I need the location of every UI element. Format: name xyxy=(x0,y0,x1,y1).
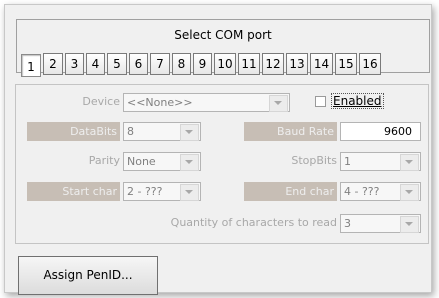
quantity-select-value: 3 xyxy=(344,217,351,230)
device-select-value: <<None>> xyxy=(127,96,193,109)
port-button-11[interactable]: 11 xyxy=(238,53,260,75)
baud-rate-input[interactable]: 9600 xyxy=(340,122,421,141)
parity-label: Parity xyxy=(88,154,120,167)
chevron-down-icon xyxy=(180,154,199,171)
start-char-label: Start char xyxy=(27,182,120,201)
port-button-13[interactable]: 13 xyxy=(286,53,308,75)
port-button-5[interactable]: 5 xyxy=(107,53,127,75)
end-char-select-value: 4 - ??? xyxy=(344,185,380,198)
chevron-down-icon xyxy=(400,184,419,201)
port-button-4[interactable]: 4 xyxy=(86,53,105,75)
chevron-down-icon xyxy=(180,184,199,201)
assign-penid-button[interactable]: Assign PenID... xyxy=(18,256,158,295)
com-port-title: Select COM port xyxy=(174,28,272,42)
databits-select-value: 8 xyxy=(127,125,134,138)
start-char-select[interactable]: 2 - ??? xyxy=(123,182,201,201)
port-button-16[interactable]: 16 xyxy=(359,53,381,75)
end-char-select[interactable]: 4 - ??? xyxy=(340,182,421,201)
chevron-down-icon xyxy=(269,95,288,112)
com-port-group: Select COM port 1 2 3 4 5 6 7 8 9 10 11 … xyxy=(16,19,430,77)
port-button-9[interactable]: 9 xyxy=(193,53,212,75)
databits-select[interactable]: 8 xyxy=(123,122,201,141)
enabled-checkbox[interactable] xyxy=(315,96,326,107)
quantity-select[interactable]: 3 xyxy=(340,214,421,233)
device-select[interactable]: <<None>> xyxy=(123,93,290,112)
databits-label: DataBits xyxy=(27,122,120,141)
port-button-12[interactable]: 12 xyxy=(262,53,284,75)
device-label: Device xyxy=(82,95,120,108)
chevron-down-icon xyxy=(400,154,419,171)
port-button-3[interactable]: 3 xyxy=(65,53,84,75)
chevron-down-icon xyxy=(400,216,419,233)
parity-select[interactable]: None xyxy=(123,152,201,171)
port-button-7[interactable]: 7 xyxy=(150,53,170,75)
stopbits-select[interactable]: 1 xyxy=(340,152,421,171)
stopbits-select-value: 1 xyxy=(344,155,351,168)
port-settings-panel: Device <<None>> Enabled DataBits 8 Baud … xyxy=(15,84,429,244)
start-char-select-value: 2 - ??? xyxy=(127,185,163,198)
port-button-2[interactable]: 2 xyxy=(43,53,63,75)
port-button-14[interactable]: 14 xyxy=(310,53,333,75)
baud-rate-label: Baud Rate xyxy=(244,122,337,141)
port-button-8[interactable]: 8 xyxy=(172,53,191,75)
stopbits-label: StopBits xyxy=(291,154,337,167)
parity-select-value: None xyxy=(127,155,156,168)
port-button-6[interactable]: 6 xyxy=(129,53,148,75)
port-button-15[interactable]: 15 xyxy=(335,53,357,75)
enabled-label[interactable]: Enabled xyxy=(331,93,384,109)
quantity-label: Quantity of characters to read xyxy=(170,216,337,229)
chevron-down-icon xyxy=(180,124,199,141)
port-button-1[interactable]: 1 xyxy=(21,54,41,77)
end-char-label: End char xyxy=(244,182,337,201)
port-button-10[interactable]: 10 xyxy=(214,53,236,75)
com-settings-window: Select COM port 1 2 3 4 5 6 7 8 9 10 11 … xyxy=(4,4,432,295)
